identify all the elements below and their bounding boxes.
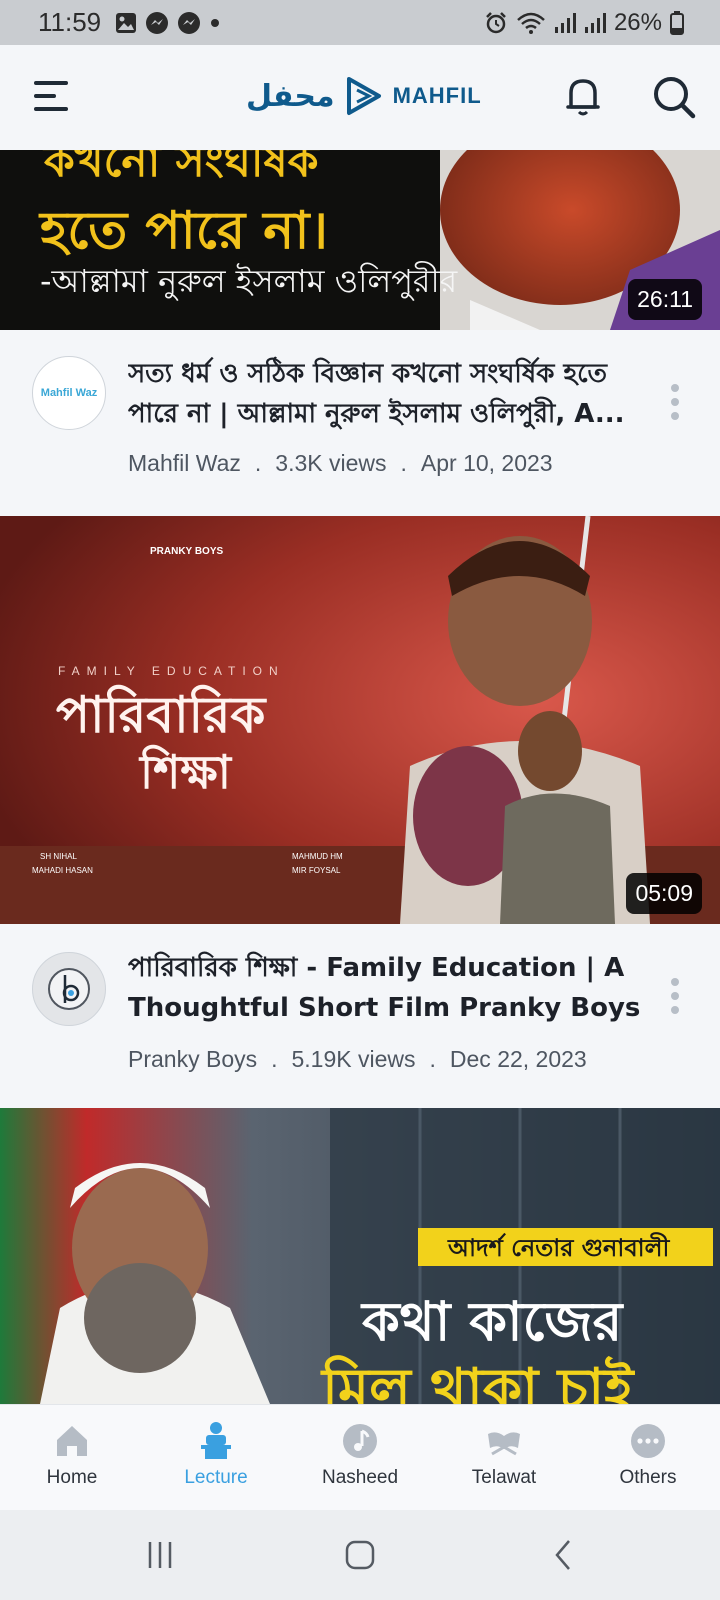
lecture-icon bbox=[196, 1421, 236, 1461]
nav-label: Nasheed bbox=[321, 1467, 399, 1488]
logo-play-icon bbox=[346, 77, 381, 115]
more-dot bbox=[671, 412, 679, 420]
battery-icon bbox=[670, 10, 684, 35]
menu-icon-line bbox=[34, 81, 68, 85]
video-info[interactable]: Mahfil Waz সত্য ধর্ম ও সঠিক বিজ্ঞান কখনো… bbox=[0, 330, 720, 516]
video-title[interactable]: সত্য ধর্ম ও সঠিক বিজ্ঞান কখনো সংঘর্ষিক হ… bbox=[128, 354, 648, 436]
image-icon bbox=[116, 12, 137, 33]
back-chevron-icon bbox=[555, 1540, 570, 1570]
app-header: محفل MAHFIL bbox=[0, 45, 720, 150]
nav-telawat[interactable]: Telawat bbox=[432, 1405, 576, 1510]
video-duration: 26:11 bbox=[628, 279, 702, 320]
more-dot bbox=[671, 978, 679, 986]
messenger-icon bbox=[178, 11, 201, 34]
thumb-subtitle: FAMILY EDUCATION bbox=[58, 664, 285, 678]
channel-name[interactable]: Pranky Boys bbox=[128, 1046, 257, 1073]
nav-label: Telawat bbox=[471, 1467, 537, 1488]
view-count: 5.19K views bbox=[291, 1046, 416, 1072]
notification-button[interactable] bbox=[565, 75, 605, 119]
thumb-banner: আদর্শ নেতার গুনাবালী bbox=[448, 1234, 670, 1262]
more-options-button[interactable] bbox=[668, 978, 682, 1014]
home-system-button[interactable] bbox=[338, 1532, 382, 1578]
status-bar: 11:59 26% bbox=[0, 0, 720, 45]
app-logo[interactable]: محفل MAHFIL bbox=[246, 73, 482, 119]
status-right: 26% bbox=[484, 9, 684, 37]
back-button[interactable] bbox=[548, 1532, 578, 1578]
music-note-icon bbox=[340, 1421, 380, 1461]
thumb-credit: MAHADI HASAN bbox=[32, 866, 93, 875]
video-title[interactable]: পারিবারিক শিক্ষা - Family Education | A … bbox=[128, 948, 648, 1030]
nav-label: Lecture bbox=[184, 1467, 248, 1488]
quran-icon bbox=[484, 1421, 524, 1461]
nav-label: Home bbox=[46, 1467, 98, 1488]
video-thumbnail[interactable]: PRANKY BOYS FAMILY EDUCATION পারিবারিক শ… bbox=[0, 516, 720, 924]
search-icon bbox=[654, 77, 696, 119]
nav-home[interactable]: Home bbox=[0, 1405, 144, 1510]
logo-text: MAHFIL bbox=[392, 83, 482, 108]
meta-separator: . bbox=[429, 1046, 436, 1072]
video-thumbnail[interactable]: কখনো সংঘর্ষিক হতে পারে না। -আল্লামা নুরু… bbox=[0, 150, 720, 330]
more-dot bbox=[671, 992, 679, 1000]
pranky-boys-logo-icon bbox=[48, 968, 90, 1010]
home-icon bbox=[52, 1421, 92, 1461]
avatar-text: Mahfil Waz bbox=[40, 387, 98, 399]
alarm-icon bbox=[486, 11, 506, 33]
status-time: 11:59 bbox=[38, 7, 102, 37]
bell-icon bbox=[566, 79, 600, 116]
channel-avatar[interactable] bbox=[32, 952, 106, 1026]
system-nav-bar bbox=[0, 1510, 720, 1600]
status-notification-icons bbox=[115, 11, 221, 35]
dot-icon bbox=[211, 18, 220, 27]
thumb-line-2: মিল থাকা চাই bbox=[322, 1357, 634, 1404]
menu-button[interactable] bbox=[34, 81, 70, 111]
meta-separator: . bbox=[400, 450, 407, 476]
thumb-credit: SH NIHAL bbox=[40, 852, 77, 861]
meta-separator: . bbox=[271, 1046, 278, 1072]
recent-apps-button[interactable] bbox=[140, 1532, 180, 1578]
thumb-credit: MIR FOYSAL bbox=[292, 866, 341, 875]
channel-name[interactable]: Mahfil Waz bbox=[128, 450, 241, 477]
video-info[interactable]: পারিবারিক শিক্ষা - Family Education | A … bbox=[0, 924, 720, 1108]
view-count: 3.3K views bbox=[275, 450, 387, 476]
menu-icon-line bbox=[34, 94, 56, 98]
signal-icon bbox=[554, 12, 576, 33]
video-feed[interactable]: কখনো সংঘর্ষিক হতে পারে না। -আল্লামা নুরু… bbox=[0, 150, 720, 1404]
nav-nasheed[interactable]: Nasheed bbox=[288, 1405, 432, 1510]
nav-label: Others bbox=[619, 1467, 677, 1488]
menu-icon-line bbox=[34, 107, 68, 111]
channel-avatar[interactable]: Mahfil Waz bbox=[32, 356, 106, 430]
recent-apps-icon bbox=[148, 1542, 172, 1568]
video-thumbnail[interactable]: আদর্শ নেতার গুনাবালী কথা কাজের মিল থাকা … bbox=[0, 1108, 720, 1404]
logo-arabic: محفل bbox=[246, 78, 335, 114]
thumb-credit: MAHMUD HM bbox=[292, 852, 343, 861]
battery-percent: 26% bbox=[613, 8, 662, 36]
more-options-button[interactable] bbox=[668, 384, 682, 420]
search-button[interactable] bbox=[652, 75, 696, 119]
meta-separator: . bbox=[254, 450, 262, 476]
signal-icon bbox=[584, 12, 606, 33]
bottom-nav: Home Lecture Nasheed Telawat Others bbox=[0, 1404, 720, 1510]
wifi-icon bbox=[517, 12, 545, 34]
video-duration: 05:09 bbox=[626, 873, 702, 914]
more-dot bbox=[671, 384, 679, 392]
upload-date: Dec 22, 2023 bbox=[449, 1046, 587, 1072]
video-meta: Mahfil Waz . 3.3K views . Apr 10, 2023 bbox=[128, 450, 553, 477]
screen: 11:59 26% محفل MAHFIL কখনো সংঘর্ষিক হতে … bbox=[0, 0, 720, 1600]
video-meta: Pranky Boys . 5.19K views . Dec 22, 2023 bbox=[128, 1046, 587, 1073]
nav-others[interactable]: Others bbox=[576, 1405, 720, 1510]
messenger-icon bbox=[146, 11, 169, 34]
more-dots-icon bbox=[628, 1421, 668, 1461]
thumb-brand: PRANKY BOYS bbox=[150, 546, 224, 557]
thumb-title-2: শিক্ষা bbox=[140, 745, 231, 799]
more-dot bbox=[671, 398, 679, 406]
upload-date: Apr 10, 2023 bbox=[420, 450, 553, 476]
home-square-icon bbox=[345, 1540, 375, 1570]
nav-lecture[interactable]: Lecture bbox=[144, 1405, 288, 1510]
more-dot bbox=[671, 1006, 679, 1014]
thumb-text-3: -আল্লামা নুরুল ইসলাম ওলিপুরীর bbox=[40, 262, 458, 300]
